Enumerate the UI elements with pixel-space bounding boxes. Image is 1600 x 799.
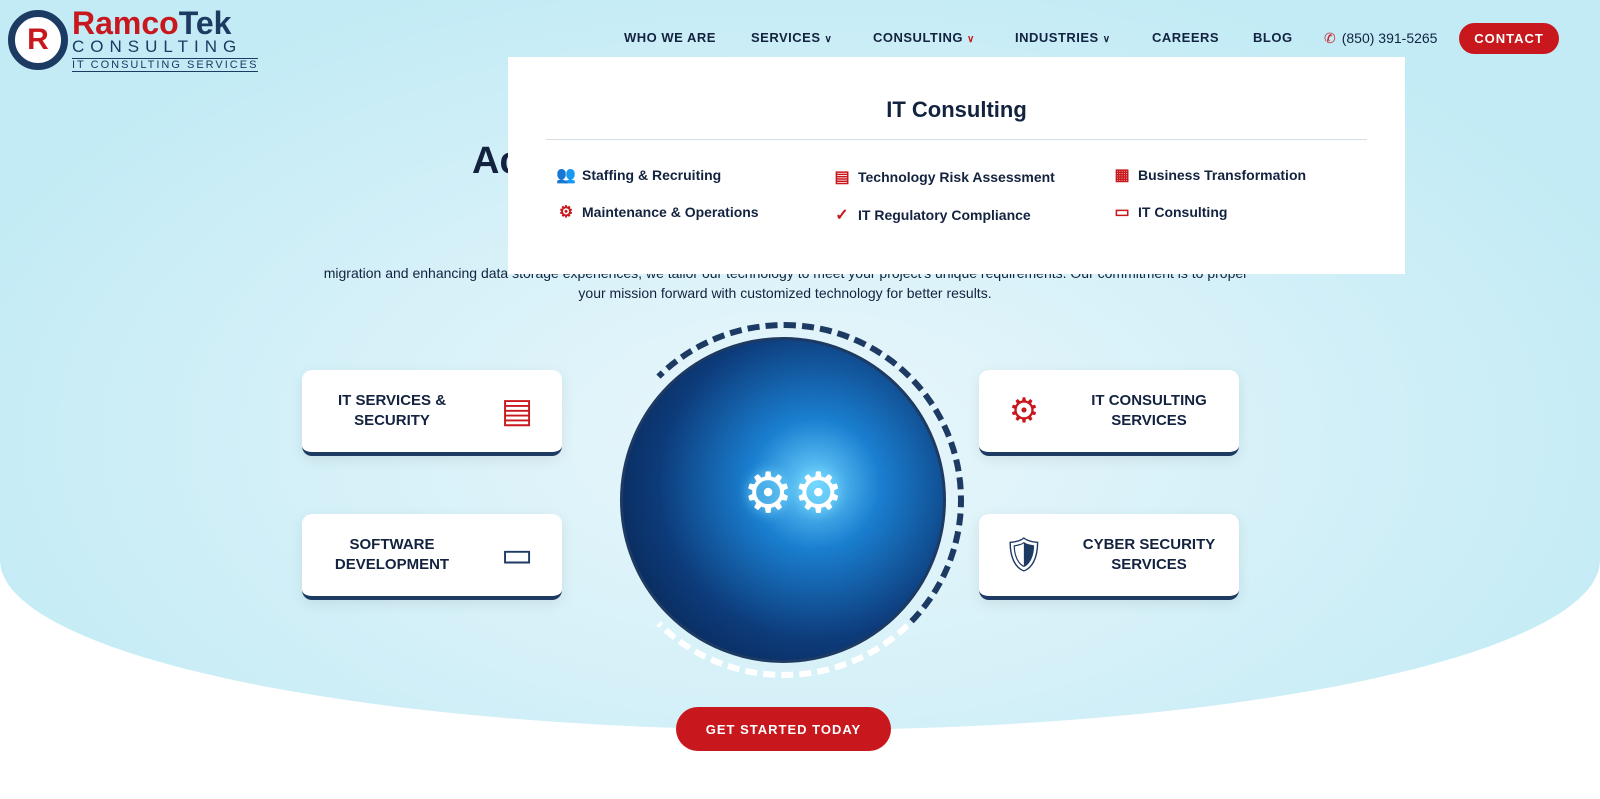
users-icon: 👥: [556, 167, 576, 184]
shield-lock-icon: 🛡: [1002, 536, 1046, 574]
menu-item-risk-assessment[interactable]: ▤ Technology Risk Assessment: [830, 167, 1054, 187]
get-started-button[interactable]: GET STARTED TODAY: [676, 707, 891, 751]
gears-icon: ⚙: [558, 204, 574, 221]
menu-item-staffing[interactable]: 👥 Staffing & Recruiting: [554, 165, 721, 185]
menu-item-it-consulting[interactable]: ▭ IT Consulting: [1110, 202, 1227, 222]
browser-gear-icon: ⚙: [1008, 392, 1040, 430]
nav-industries[interactable]: INDUSTRIES ∨: [1015, 30, 1111, 45]
chart-icon: ▤: [834, 169, 850, 186]
dropdown-title: IT Consulting: [886, 97, 1027, 122]
menu-item-maintenance[interactable]: ⚙ Maintenance & Operations: [554, 202, 759, 222]
chevron-down-icon: ∨: [1102, 34, 1111, 45]
logo-word: Tek: [178, 5, 232, 41]
nav-services[interactable]: SERVICES ∨: [751, 30, 832, 45]
logo-tagline: IT CONSULTING SERVICES: [72, 58, 259, 72]
hero-image: ⚙⚙: [620, 337, 946, 663]
phone-link[interactable]: ✆ (850) 391-5265: [1324, 30, 1437, 47]
chevron-down-icon: ∨: [824, 34, 833, 45]
nav-who-we-are[interactable]: WHO WE ARE: [624, 30, 716, 45]
divider: [546, 139, 1367, 140]
nav-careers[interactable]: CAREERS: [1152, 30, 1219, 45]
nav-blog[interactable]: BLOG: [1253, 30, 1293, 45]
shield-check-icon: ✓: [835, 207, 849, 224]
card-software-development[interactable]: SOFTWARE DEVELOPMENT ▭: [302, 514, 562, 600]
menu-item-business-transformation[interactable]: ▦ Business Transformation: [1110, 165, 1306, 185]
server-icon: ▤: [500, 392, 534, 430]
contact-button[interactable]: CONTACT: [1459, 23, 1559, 54]
logo-word: Ramco: [72, 5, 179, 41]
nav-consulting[interactable]: CONSULTING ∨: [873, 30, 975, 45]
chevron-down-icon: ∨: [966, 34, 975, 45]
laptop-icon: ▭: [1114, 204, 1130, 221]
phone-icon: ✆: [1324, 30, 1336, 46]
code-laptop-icon: ▭: [500, 536, 534, 574]
card-it-consulting[interactable]: IT CONSULTING SERVICES ⚙: [979, 370, 1239, 456]
logo-mark: R: [8, 10, 68, 70]
card-cyber-security[interactable]: CYBER SECURITY SERVICES 🛡: [979, 514, 1239, 600]
logo-subtitle: CONSULTING: [72, 37, 243, 56]
logo[interactable]: R RamcoTek CONSULTING IT CONSULTING SERV…: [8, 5, 259, 72]
gears-icon: ⚙⚙: [743, 461, 844, 524]
consulting-dropdown: IT Consulting 👥 Staffing & Recruiting ⚙ Ma…: [508, 57, 1405, 274]
building-icon: ▦: [1114, 167, 1130, 184]
menu-item-compliance[interactable]: ✓ IT Regulatory Compliance: [830, 205, 1030, 225]
card-it-services[interactable]: IT SERVICES & SECURITY ▤: [302, 370, 562, 456]
